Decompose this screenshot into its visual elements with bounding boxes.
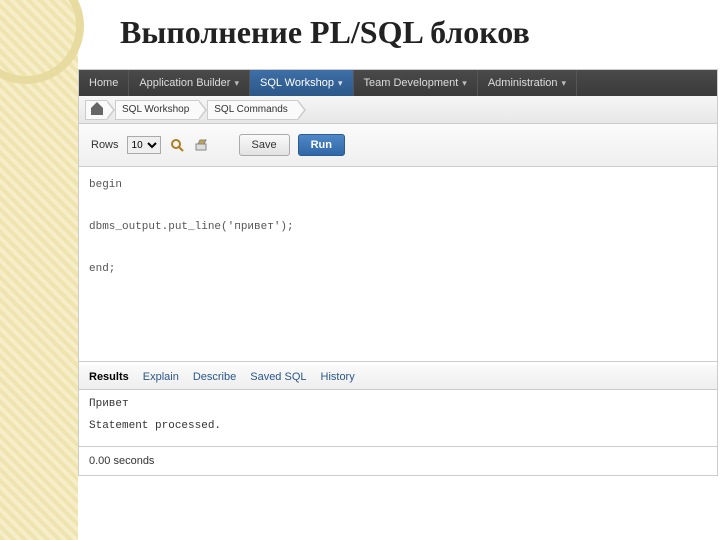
- output-line: Привет: [89, 398, 707, 410]
- tab-saved-sql[interactable]: Saved SQL: [250, 371, 306, 383]
- breadcrumb-home[interactable]: [85, 100, 107, 120]
- breadcrumb-sql-workshop[interactable]: SQL Workshop: [115, 100, 199, 120]
- rows-label: Rows: [91, 139, 119, 151]
- breadcrumb: SQL Workshop SQL Commands: [79, 96, 717, 124]
- find-icon[interactable]: [169, 137, 185, 153]
- chevron-down-icon: ▾: [562, 78, 567, 89]
- slide-title: Выполнение PL/SQL блоков: [0, 0, 720, 69]
- breadcrumb-sep-icon: [199, 100, 207, 120]
- slide-decor: [0, 0, 78, 540]
- nav-sql-workshop-label: SQL Workshop: [260, 77, 334, 89]
- result-tabs: Results Explain Describe Saved SQL Histo…: [79, 365, 717, 390]
- breadcrumb-label: SQL Commands: [214, 104, 288, 115]
- breadcrumb-label: SQL Workshop: [122, 104, 189, 115]
- clear-icon[interactable]: [193, 137, 209, 153]
- nav-admin[interactable]: Administration ▾: [478, 70, 577, 96]
- save-button[interactable]: Save: [239, 134, 290, 156]
- home-icon: [91, 105, 103, 115]
- nav-team-dev-label: Team Development: [364, 77, 459, 89]
- nav-home[interactable]: Home: [79, 70, 129, 96]
- nav-admin-label: Administration: [488, 77, 558, 89]
- top-nav: Home Application Builder ▾ SQL Workshop …: [79, 70, 717, 96]
- apex-app-window: Home Application Builder ▾ SQL Workshop …: [78, 69, 718, 476]
- nav-app-builder-label: Application Builder: [139, 77, 230, 89]
- breadcrumb-sep-icon: [298, 100, 306, 120]
- output-panel: Привет Statement processed.: [79, 390, 717, 447]
- timing-label: 0.00 seconds: [79, 447, 717, 475]
- chevron-down-icon: ▾: [338, 78, 343, 89]
- breadcrumb-sql-commands[interactable]: SQL Commands: [207, 100, 298, 120]
- run-button[interactable]: Run: [298, 134, 345, 156]
- output-status: Statement processed.: [89, 420, 707, 432]
- tab-history[interactable]: History: [321, 371, 355, 383]
- tab-describe[interactable]: Describe: [193, 371, 236, 383]
- command-toolbar: Rows 10 Save Run: [79, 124, 717, 167]
- tab-results[interactable]: Results: [89, 371, 129, 383]
- tab-explain[interactable]: Explain: [143, 371, 179, 383]
- nav-home-label: Home: [89, 77, 118, 89]
- rows-select[interactable]: 10: [127, 136, 161, 154]
- nav-sql-workshop[interactable]: SQL Workshop ▾: [250, 70, 354, 96]
- nav-team-dev[interactable]: Team Development ▾: [354, 70, 478, 96]
- sql-code-editor[interactable]: [79, 167, 717, 362]
- chevron-down-icon: ▾: [462, 78, 467, 89]
- chevron-down-icon: ▾: [234, 78, 239, 89]
- breadcrumb-sep-icon: [107, 100, 115, 120]
- nav-app-builder[interactable]: Application Builder ▾: [129, 70, 250, 96]
